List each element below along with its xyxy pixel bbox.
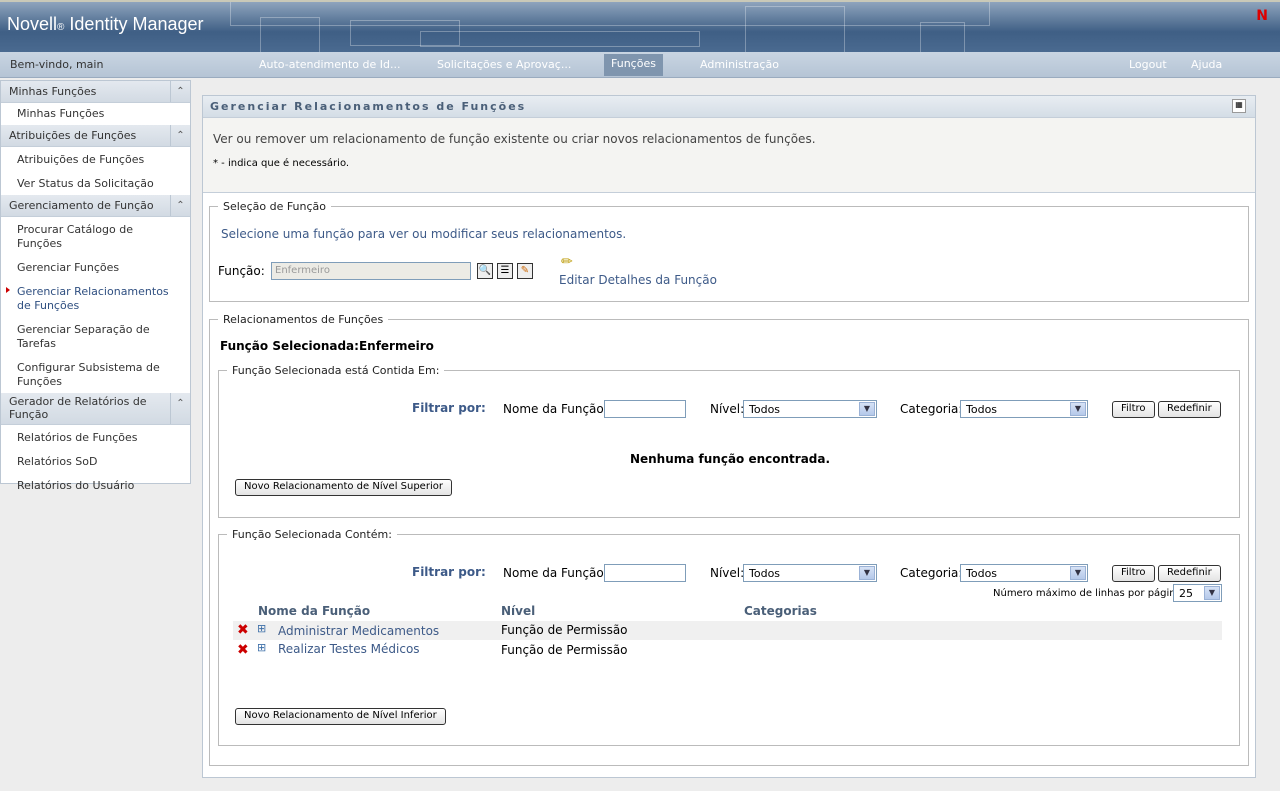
logout-link[interactable]: Logout	[1129, 58, 1167, 71]
delete-icon[interactable]: ✖	[237, 642, 249, 658]
empty-message: Nenhuma função encontrada.	[629, 452, 831, 466]
category-select[interactable]: Todos ▼	[960, 564, 1088, 582]
main-panel: Gerenciar Relacionamentos de Funções ▦ V…	[202, 95, 1256, 778]
max-rows-select[interactable]: 25 ▼	[1173, 584, 1222, 602]
role-icon: ⊞	[257, 622, 267, 635]
collapse-icon[interactable]: ⌃	[170, 81, 190, 102]
sidebar-item-sod-reports[interactable]: Relatórios SoD	[1, 449, 190, 473]
search-icon[interactable]: 🔍	[477, 263, 493, 279]
role-name-label: Nome da Função:	[503, 566, 608, 580]
filter-button[interactable]: Filtro	[1112, 565, 1155, 582]
new-child-relationship-button[interactable]: Novo Relacionamento de Nível Inferior	[235, 708, 446, 725]
tab-requests[interactable]: Solicitações e Aprovaç...	[437, 58, 571, 71]
role-selection-legend: Seleção de Função	[223, 200, 327, 213]
section-role-reports[interactable]: Gerador de Relatórios de Função ⌃	[1, 393, 190, 425]
sidebar-item-role-assignments[interactable]: Atribuições de Funções	[1, 149, 190, 171]
reset-button[interactable]: Redefinir	[1158, 565, 1221, 582]
collapse-icon[interactable]: ⌃	[170, 393, 190, 424]
level-label: Nível:	[710, 566, 745, 580]
contains-legend: Função Selecionada Contém:	[232, 528, 392, 541]
role-label: Função:	[218, 264, 265, 278]
role-field[interactable]: Enfermeiro	[271, 262, 471, 280]
panel-menu-icon[interactable]: ▦	[1232, 99, 1246, 113]
role-selection-group: Seleção de Função	[209, 200, 1249, 302]
role-level: Função de Permissão	[501, 643, 628, 657]
section-role-assignments[interactable]: Atribuições de Funções ⌃	[1, 125, 190, 147]
section-role-management[interactable]: Gerenciamento de Função ⌃	[1, 195, 190, 217]
app-header: Novell® Identity Manager N	[0, 0, 1280, 52]
page-description: Ver ou remover um relacionamento de funç…	[213, 132, 816, 146]
role-icon: ⊞	[257, 641, 267, 654]
role-name-input[interactable]	[604, 564, 686, 582]
role-name-label: Nome da Função:	[503, 402, 608, 416]
sidebar-item-request-status[interactable]: Ver Status da Solicitação	[1, 171, 190, 195]
sidebar-item-manage-relationships[interactable]: Gerenciar Relacionamentos de Funções	[1, 279, 190, 317]
filter-label: Filtrar por:	[412, 565, 486, 579]
app-logo: Novell® Identity Manager	[7, 14, 204, 34]
sidebar-item-configure-subsystem[interactable]: Configurar Subsistema de Funções	[1, 355, 190, 393]
filter-button[interactable]: Filtro	[1112, 401, 1155, 418]
clear-icon[interactable]: ✎	[517, 263, 533, 279]
role-link[interactable]: Realizar Testes Médicos	[278, 642, 420, 656]
required-note: * - indica que é necessário.	[213, 158, 350, 169]
sidebar-item-browse-catalog[interactable]: Procurar Catálogo de Funções	[1, 217, 190, 255]
relationships-legend: Relacionamentos de Funções	[223, 313, 384, 326]
collapse-icon[interactable]: ⌃	[170, 125, 190, 146]
reset-button[interactable]: Redefinir	[1158, 401, 1221, 418]
novell-logo: N	[1256, 8, 1268, 24]
pencil-icon: ✏	[561, 254, 573, 270]
page-title: Gerenciar Relacionamentos de Funções	[203, 96, 1255, 118]
collapse-icon[interactable]: ⌃	[170, 195, 190, 216]
level-label: Nível:	[710, 402, 745, 416]
help-link[interactable]: Ajuda	[1191, 58, 1222, 71]
role-link[interactable]: Administrar Medicamentos	[278, 624, 439, 638]
column-header-name[interactable]: Nome da Função	[258, 604, 370, 618]
section-my-roles[interactable]: Minhas Funções ⌃	[1, 81, 190, 103]
sidebar-item-role-reports[interactable]: Relatórios de Funções	[1, 425, 190, 449]
category-label: Categoria:	[900, 402, 963, 416]
sidebar-item-user-reports[interactable]: Relatórios do Usuário	[1, 473, 190, 497]
selection-hint: Selecione uma função para ver ou modific…	[221, 227, 627, 241]
edit-role-details-link[interactable]: Editar Detalhes da Função	[559, 273, 717, 287]
sidebar: Minhas Funções ⌃ Minhas Funções Atribuiçõ…	[0, 80, 191, 492]
top-nav: Bem-vindo, main Auto-atendimento de Id..…	[0, 52, 1280, 78]
level-select[interactable]: Todos ▼	[743, 564, 877, 582]
new-parent-relationship-button[interactable]: Novo Relacionamento de Nível Superior	[235, 479, 452, 496]
role-level: Função de Permissão	[501, 623, 628, 637]
tab-roles[interactable]: Funções	[604, 54, 663, 76]
category-label: Categoria:	[900, 566, 963, 580]
tab-administration[interactable]: Administração	[700, 58, 779, 71]
role-name-input[interactable]	[604, 400, 686, 418]
category-select[interactable]: Todos ▼	[960, 400, 1088, 418]
delete-icon[interactable]: ✖	[237, 622, 249, 638]
tab-self-service[interactable]: Auto-atendimento de Id...	[259, 58, 401, 71]
sidebar-item-my-roles[interactable]: Minhas Funções	[1, 103, 190, 125]
level-select[interactable]: Todos ▼	[743, 400, 877, 418]
max-rows-label: Número máximo de linhas por página	[993, 588, 1182, 599]
welcome-text: Bem-vindo, main	[10, 58, 104, 71]
contained-in-legend: Função Selecionada está Contida Em:	[232, 364, 440, 377]
sidebar-item-manage-sod[interactable]: Gerenciar Separação de Tarefas	[1, 317, 190, 355]
role-list-icon[interactable]: ☰	[497, 263, 513, 279]
filter-label: Filtrar por:	[412, 401, 486, 415]
column-header-categories: Categorias	[744, 604, 817, 618]
sidebar-item-manage-roles[interactable]: Gerenciar Funções	[1, 255, 190, 279]
selected-role: Função Selecionada:Enfermeiro	[220, 339, 434, 353]
column-header-level[interactable]: Nível	[501, 604, 535, 618]
